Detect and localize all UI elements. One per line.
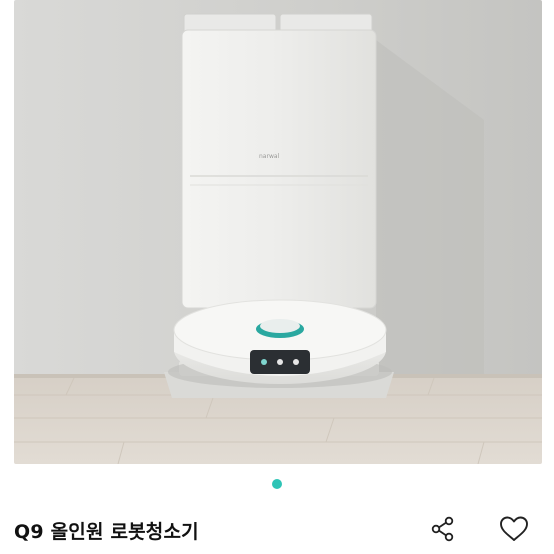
heart-outline-icon (500, 516, 528, 541)
share-button[interactable] (426, 512, 460, 546)
share-icon (431, 516, 454, 542)
image-pagination (0, 478, 554, 490)
product-photo-illustration: narwal (14, 0, 542, 464)
listing-title: Q9 올인원 로봇청소기 (14, 521, 199, 543)
product-photo[interactable]: narwal (14, 0, 542, 464)
dock-brand-text: narwal (259, 153, 280, 160)
pagination-dot-active[interactable] (272, 479, 282, 489)
like-button[interactable] (497, 512, 531, 546)
